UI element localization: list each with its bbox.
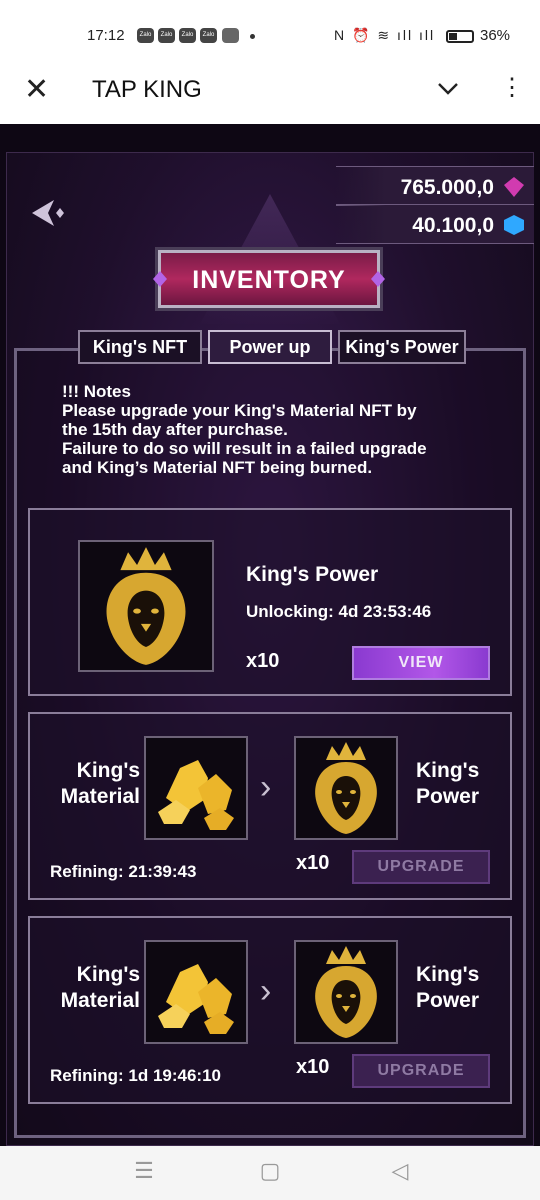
app-bar: ✕ TAP KING ⋮ — [0, 62, 540, 124]
refining-timer: Refining: 21:39:43 — [50, 862, 197, 881]
back-icon[interactable]: ◁ — [388, 1158, 412, 1184]
kings-power-name: King's Power — [246, 563, 379, 586]
battery-percent: 36% — [480, 27, 511, 44]
unlock-timer: Unlocking: 4d 23:53:46 — [246, 602, 432, 621]
battery-icon — [446, 30, 474, 43]
target-name: King's Power — [416, 759, 480, 808]
item-quantity: x10 — [296, 852, 330, 874]
currency-blue-value: 40.100,0 — [412, 214, 494, 237]
lion-nft-image — [78, 540, 214, 672]
gold-nugget-icon — [158, 760, 234, 830]
chevron-right-icon: › — [260, 972, 272, 1010]
tab-power-up[interactable]: Power up — [208, 330, 332, 364]
kings-power-card: King's Power Unlocking: 4d 23:53:46 x10 … — [28, 508, 512, 696]
close-icon[interactable]: ✕ — [24, 75, 49, 105]
inventory-title: INVENTORY — [192, 266, 346, 294]
currency-pink: 765.000,0 — [336, 166, 534, 206]
view-button[interactable]: VIEW — [352, 646, 490, 680]
chevron-down-icon[interactable] — [436, 74, 460, 102]
notes-line: Please upgrade your King's Material NFT … — [62, 401, 417, 420]
notes-line: the 15th day after purchase. — [62, 420, 288, 439]
zalo-icon: Zalo — [158, 28, 175, 43]
item-quantity: x10 — [246, 650, 280, 672]
refine-card: King's Material › King's Power Refining:… — [28, 712, 512, 900]
tab-kings-nft[interactable]: King's NFT — [78, 330, 202, 364]
notes-line: and King’s Material NFT being burned. — [62, 458, 373, 477]
item-quantity: x10 — [296, 1056, 330, 1078]
lion-crown-icon — [315, 946, 377, 1038]
system-nav-bar: ☰ ▢ ◁ — [0, 1146, 540, 1200]
back-arrow-icon[interactable] — [30, 196, 74, 230]
notification-dot — [250, 34, 255, 39]
lion-nft-image — [294, 736, 398, 840]
status-time: 17:12 — [87, 27, 125, 44]
lion-crown-icon — [315, 742, 377, 834]
tab-bar: King's NFT Power up King's Power — [72, 330, 470, 366]
lion-nft-image — [294, 940, 398, 1044]
menu-icon[interactable]: ☰ — [132, 1158, 156, 1184]
notes-line: Failure to do so will result in a failed… — [62, 439, 427, 458]
notes-block: !!! Notes Please upgrade your King's Mat… — [62, 382, 502, 477]
status-bar: 17:12 Zalo Zalo Zalo Zalo N ⏰ ≋ ıll ıll … — [0, 0, 540, 62]
target-name: King's Power — [416, 963, 480, 1012]
material-nft-image — [144, 940, 248, 1044]
tab-kings-power[interactable]: King's Power — [338, 330, 466, 364]
zalo-icon: Zalo — [200, 28, 217, 43]
more-options-icon[interactable]: ⋮ — [500, 74, 524, 106]
notes-heading: !!! Notes — [62, 382, 131, 401]
refining-timer: Refining: 1d 19:46:10 — [50, 1066, 221, 1085]
zalo-icon: Zalo — [137, 28, 154, 43]
app-title: TAP KING — [92, 76, 202, 103]
currency-blue: 40.100,0 — [336, 204, 534, 244]
blue-gem-icon — [504, 215, 524, 235]
lion-crown-icon — [106, 547, 186, 665]
system-status-icons: N ⏰ ≋ ıll ıll — [334, 27, 436, 43]
upgrade-button[interactable]: UPGRADE — [352, 1054, 490, 1088]
currency-pink-value: 765.000,0 — [400, 176, 494, 199]
source-name: King's Material — [60, 759, 140, 808]
message-icon — [222, 28, 239, 43]
upgrade-button[interactable]: UPGRADE — [352, 850, 490, 884]
chevron-right-icon: › — [260, 768, 272, 806]
pink-gem-icon — [504, 177, 524, 197]
home-icon[interactable]: ▢ — [258, 1158, 282, 1184]
refine-card: King's Material › King's Power Refining:… — [28, 916, 512, 1104]
gold-nugget-icon — [158, 964, 234, 1034]
inventory-banner: INVENTORY — [153, 250, 385, 308]
zalo-icon: Zalo — [179, 28, 196, 43]
source-name: King's Material — [60, 963, 140, 1012]
material-nft-image — [144, 736, 248, 840]
game-view: 765.000,0 40.100,0 INVENTORY King's NFT … — [0, 124, 540, 1146]
